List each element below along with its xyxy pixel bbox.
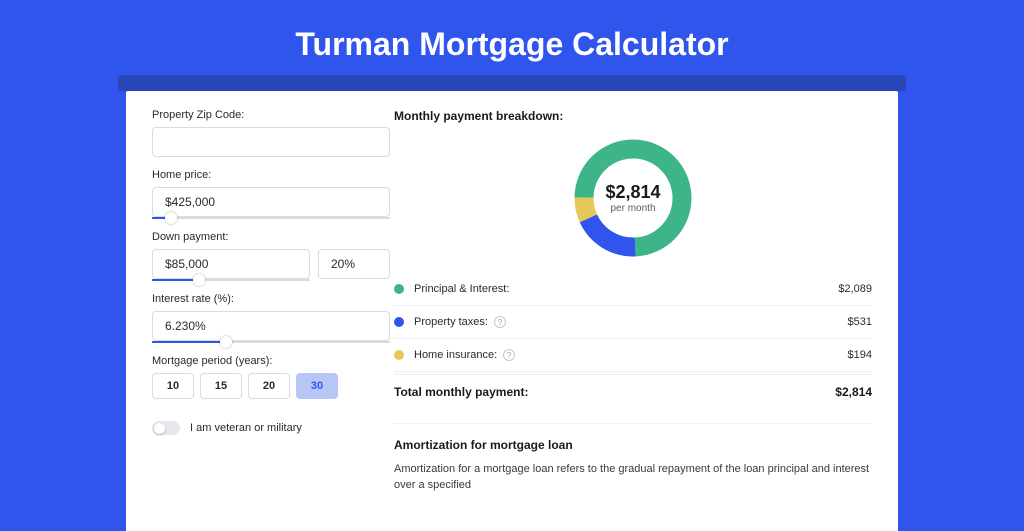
legend-amount: $2,089 (838, 283, 872, 295)
period-option-15[interactable]: 15 (200, 373, 242, 399)
legend-row-taxes: Property taxes: ? $531 (394, 306, 872, 339)
page-title: Turman Mortgage Calculator (0, 0, 1024, 75)
legend-amount: $531 (848, 316, 872, 328)
amortization-section: Amortization for mortgage loan Amortizat… (394, 423, 872, 494)
card-shadow (118, 75, 906, 91)
period-pills: 10 15 20 30 (152, 373, 394, 399)
form-panel: Property Zip Code: Home price: Down paym… (126, 91, 394, 531)
legend-label: Principal & Interest: (414, 283, 509, 295)
total-value: $2,814 (835, 385, 872, 399)
down-payment-slider[interactable] (152, 279, 310, 281)
legend-row-insurance: Home insurance: ? $194 (394, 339, 872, 372)
interest-slider[interactable] (152, 341, 390, 343)
dot-icon (394, 284, 404, 294)
amortization-title: Amortization for mortgage loan (394, 438, 872, 452)
interest-label: Interest rate (%): (152, 293, 394, 305)
veteran-toggle[interactable] (152, 421, 180, 435)
interest-input[interactable] (152, 311, 390, 341)
period-option-30[interactable]: 30 (296, 373, 338, 399)
donut-sub: per month (610, 203, 655, 214)
legend-label: Property taxes: (414, 316, 488, 328)
dot-icon (394, 350, 404, 360)
veteran-label: I am veteran or military (190, 422, 302, 434)
donut-value: $2,814 (605, 182, 660, 203)
down-payment-pct-input[interactable] (318, 249, 390, 279)
info-icon[interactable]: ? (503, 349, 515, 361)
donut-chart: $2,814 per month (572, 137, 694, 259)
home-price-slider[interactable] (152, 217, 390, 219)
info-icon[interactable]: ? (494, 316, 506, 328)
total-label: Total monthly payment: (394, 385, 528, 399)
legend-amount: $194 (848, 349, 872, 361)
legend-label: Home insurance: (414, 349, 497, 361)
home-price-input[interactable] (152, 187, 390, 217)
zip-label: Property Zip Code: (152, 109, 394, 121)
period-option-10[interactable]: 10 (152, 373, 194, 399)
legend-row-principal: Principal & Interest: $2,089 (394, 273, 872, 306)
dot-icon (394, 317, 404, 327)
home-price-label: Home price: (152, 169, 394, 181)
breakdown-title: Monthly payment breakdown: (394, 109, 872, 123)
down-payment-input[interactable] (152, 249, 310, 279)
amortization-body: Amortization for a mortgage loan refers … (394, 462, 872, 494)
period-option-20[interactable]: 20 (248, 373, 290, 399)
breakdown-panel: Monthly payment breakdown: $2,814 per mo… (394, 91, 898, 531)
calculator-card: Property Zip Code: Home price: Down paym… (126, 91, 898, 531)
zip-input[interactable] (152, 127, 390, 157)
legend: Principal & Interest: $2,089 Property ta… (394, 273, 872, 413)
legend-total-row: Total monthly payment: $2,814 (394, 374, 872, 413)
period-label: Mortgage period (years): (152, 355, 394, 367)
down-payment-label: Down payment: (152, 231, 394, 243)
